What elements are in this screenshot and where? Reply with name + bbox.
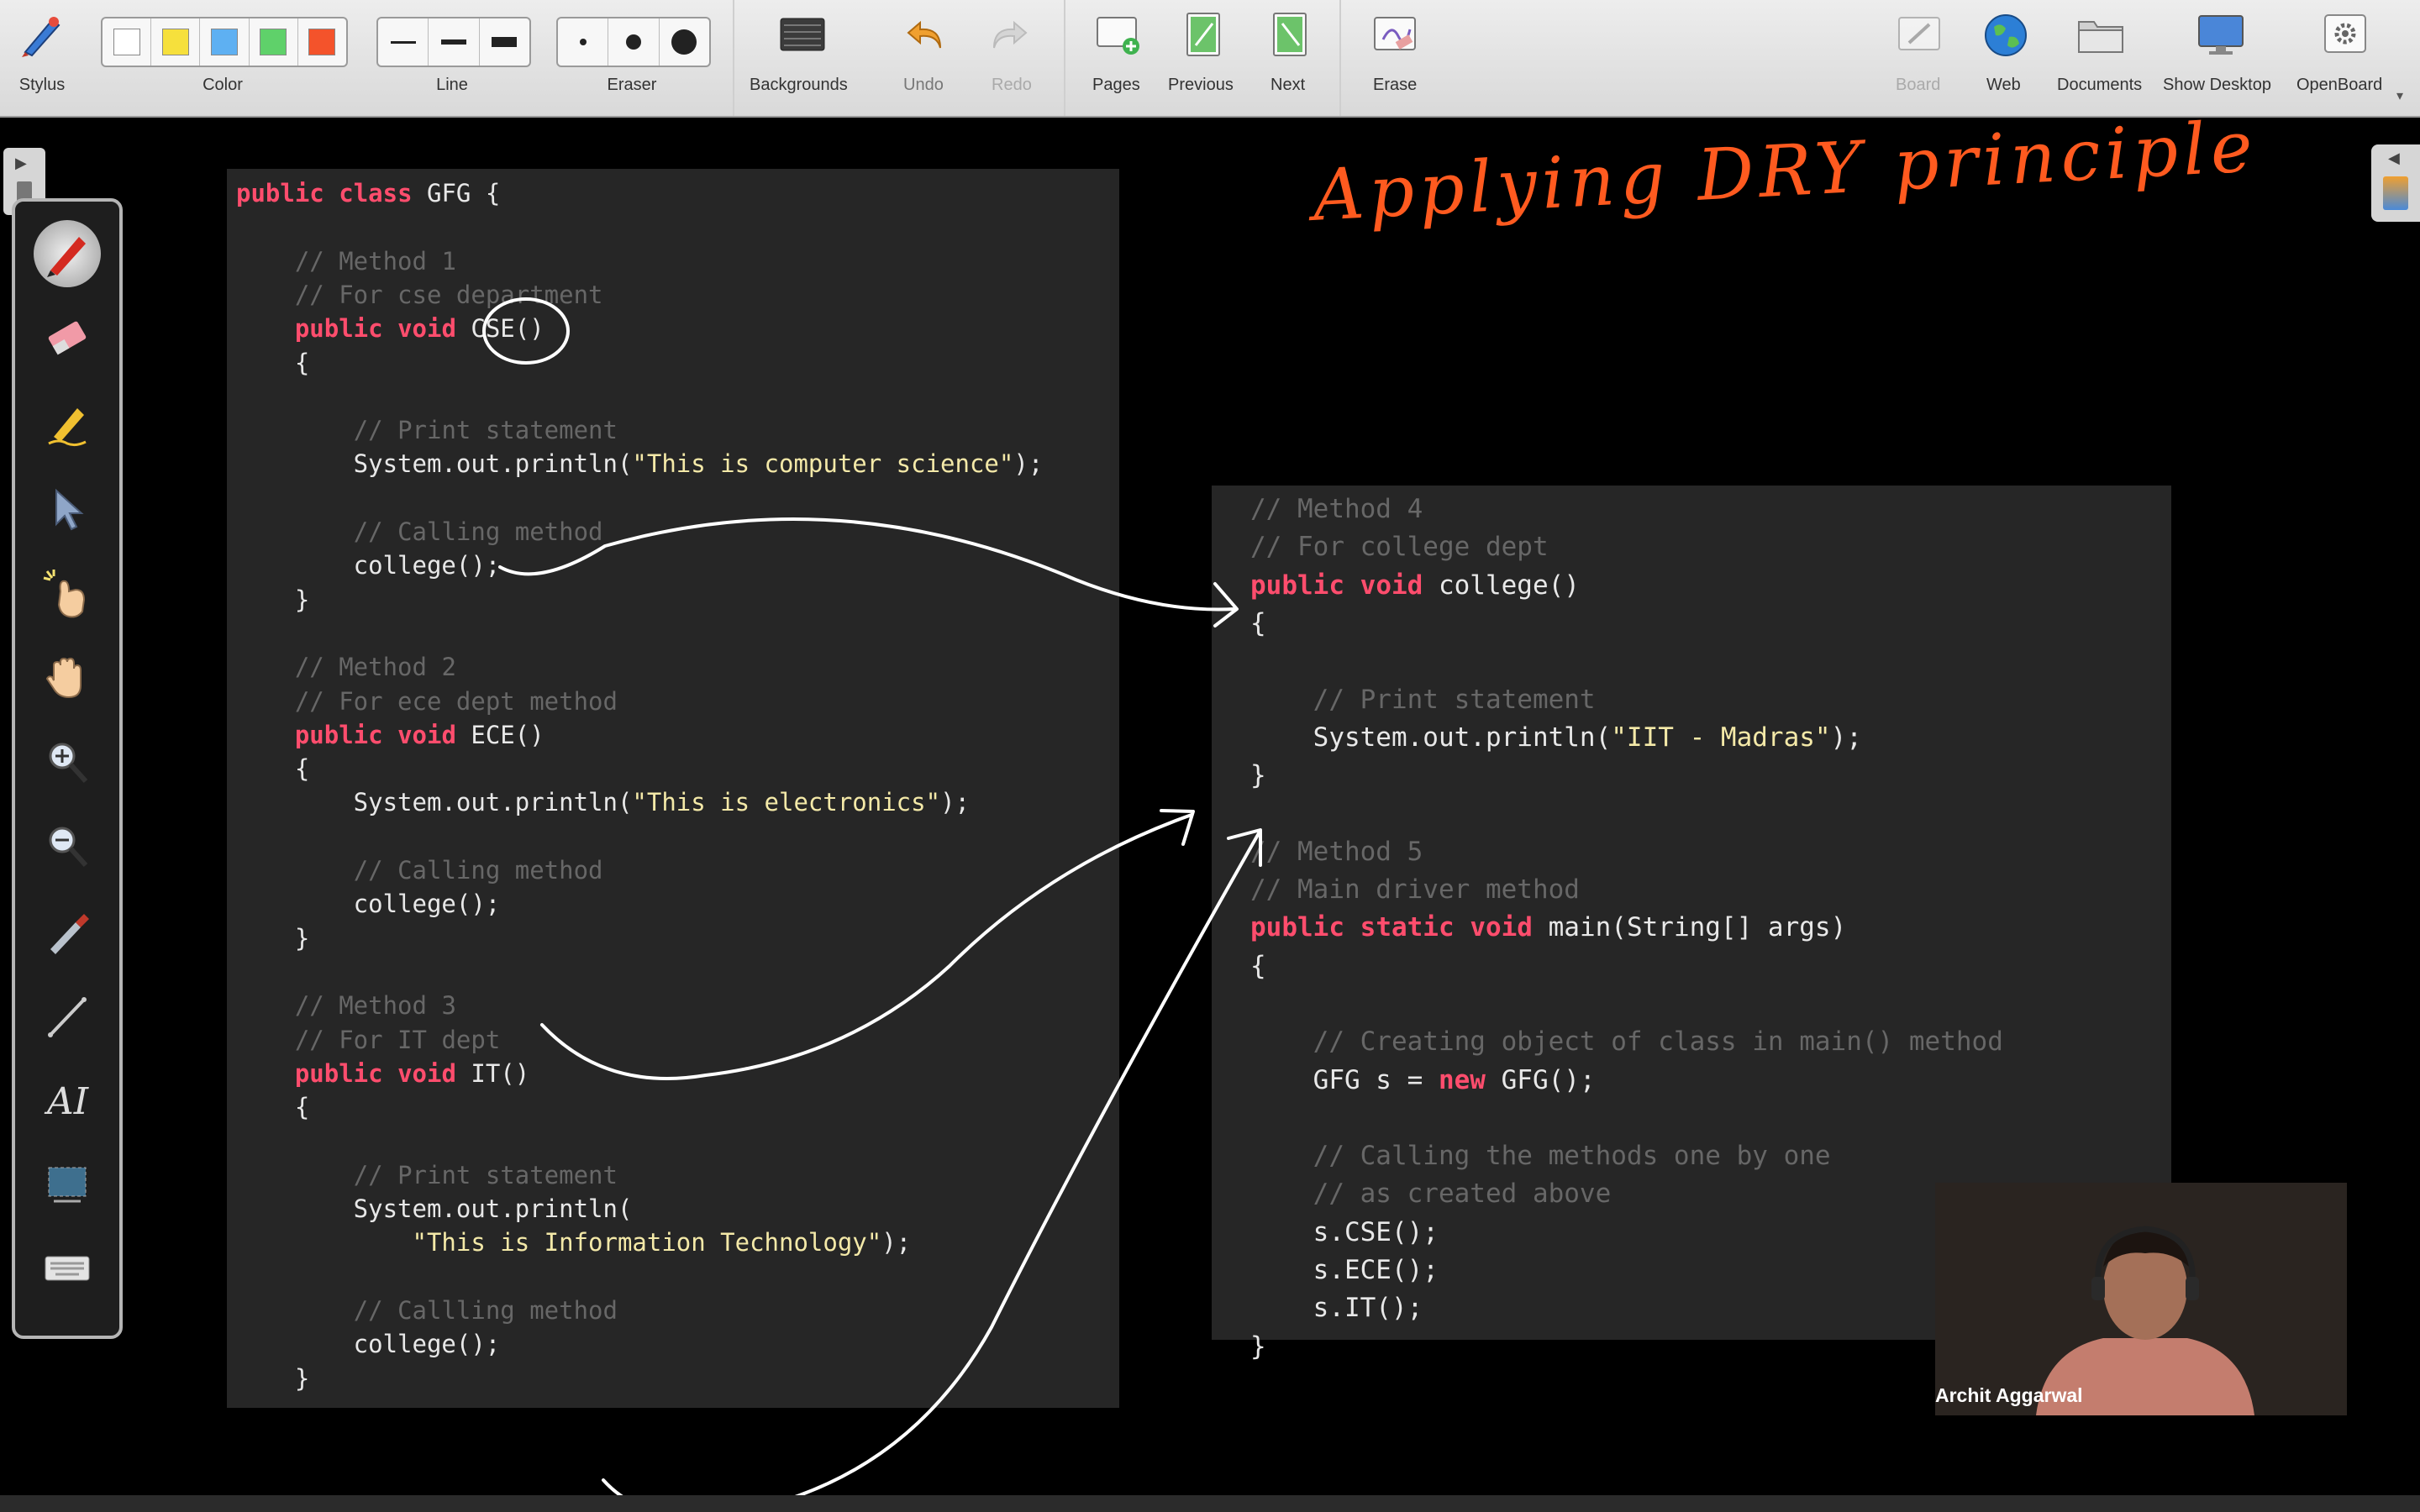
line-group: Line (402, 0, 502, 116)
backgrounds-icon (777, 10, 828, 60)
line-tool-icon[interactable] (34, 983, 101, 1050)
eraser-label: Eraser (607, 76, 657, 94)
previous-page-button[interactable]: Previous (1165, 0, 1242, 116)
board-button[interactable]: Board (1889, 0, 1949, 116)
zoom-out-icon[interactable] (34, 813, 101, 880)
chevron-right-icon: ▶ (15, 155, 27, 171)
toolbar-divider (1339, 0, 1341, 116)
undo-label: Undo (903, 76, 944, 94)
line-label: Line (436, 76, 468, 94)
previous-label: Previous (1168, 76, 1234, 94)
keyboard-icon[interactable] (34, 1235, 101, 1302)
hand-icon[interactable] (34, 643, 101, 711)
pages-label: Pages (1092, 76, 1140, 94)
show-desktop-button[interactable]: Show Desktop (2158, 0, 2284, 116)
globe-icon (1981, 10, 2031, 60)
erase-page-button[interactable]: Erase (1361, 0, 1428, 116)
library-collapse-tab[interactable]: ◀ (2371, 144, 2420, 222)
bottom-edge (0, 1495, 2420, 1512)
openboard-menu-button[interactable]: OpenBoard (2291, 0, 2400, 116)
tool-palette: AI (12, 198, 123, 1339)
redo-label: Redo (992, 76, 1032, 94)
capture-icon[interactable] (34, 899, 101, 966)
add-page-icon (1092, 10, 1143, 60)
chevron-down-icon[interactable]: ▾ (2396, 87, 2403, 104)
redo-button[interactable]: Redo (985, 0, 1035, 116)
gear-icon (2320, 10, 2370, 60)
highlighter-icon[interactable] (34, 390, 101, 457)
whiteboard-canvas[interactable]: public class GFG { // Method 1 // For cs… (0, 105, 2420, 1495)
undo-button[interactable]: Undo (899, 0, 950, 116)
eraser-tool-icon[interactable] (34, 304, 101, 371)
arrow-annotation (498, 517, 1237, 612)
text-tool-icon[interactable]: AI (34, 1067, 101, 1134)
documents-label: Documents (2057, 76, 2143, 94)
folder-icon (2075, 10, 2126, 60)
board-label: Board (1896, 76, 1941, 94)
show-desktop-label: Show Desktop (2163, 76, 2271, 94)
selector-icon[interactable] (34, 475, 101, 543)
color-group: Color (168, 0, 277, 116)
next-label: Next (1270, 76, 1306, 94)
presenter-avatar (1935, 1183, 2347, 1415)
color-red-swatch[interactable] (298, 18, 346, 66)
toolbar-divider (733, 0, 734, 116)
stylus-icon (17, 10, 67, 60)
arrow-annotation (602, 832, 1260, 1495)
erase-label: Erase (1373, 76, 1418, 94)
svg-text:AI: AI (44, 1080, 90, 1123)
pen-icon[interactable] (34, 220, 101, 287)
next-page-button[interactable]: Next (1260, 0, 1319, 116)
pages-button[interactable]: Pages (1084, 0, 1151, 116)
monitor-icon (2196, 10, 2246, 60)
laser-pointer-icon[interactable] (34, 559, 101, 627)
next-page-icon (1265, 10, 1315, 60)
previous-page-icon (1178, 10, 1228, 60)
circle-annotation (482, 297, 570, 365)
eraser-group: Eraser (581, 0, 682, 116)
web-label: Web (1986, 76, 2021, 94)
webcam-video (1935, 1183, 2347, 1415)
board-icon (1894, 10, 1944, 60)
presenter-name: Archit Aggarwal (1935, 1384, 2083, 1406)
library-icon (2383, 176, 2408, 210)
color-label: Color (203, 76, 243, 94)
openboard-toolbar: Stylus Color Line Eraser Backgrounds Und… (0, 0, 2420, 118)
stylus-label: Stylus (18, 76, 66, 94)
undo-icon (899, 10, 950, 60)
zoom-in-icon[interactable] (34, 729, 101, 796)
screenshot-icon[interactable] (34, 1151, 101, 1218)
arrowhead-annotation (1213, 582, 1239, 627)
erase-icon (1370, 10, 1420, 60)
arrow-annotation (540, 813, 1193, 1080)
chevron-left-icon: ◀ (2388, 150, 2400, 166)
backgrounds-label: Backgrounds (750, 76, 848, 94)
toolbar-divider (1064, 0, 1065, 116)
documents-button[interactable]: Documents (2050, 0, 2151, 116)
stylus-button[interactable]: Stylus (8, 0, 76, 116)
redo-icon (985, 10, 1035, 60)
backgrounds-button[interactable]: Backgrounds (739, 0, 865, 116)
color-white-swatch[interactable] (103, 18, 152, 66)
web-button[interactable]: Web (1976, 0, 2035, 116)
openboard-label: OpenBoard (2296, 76, 2383, 94)
